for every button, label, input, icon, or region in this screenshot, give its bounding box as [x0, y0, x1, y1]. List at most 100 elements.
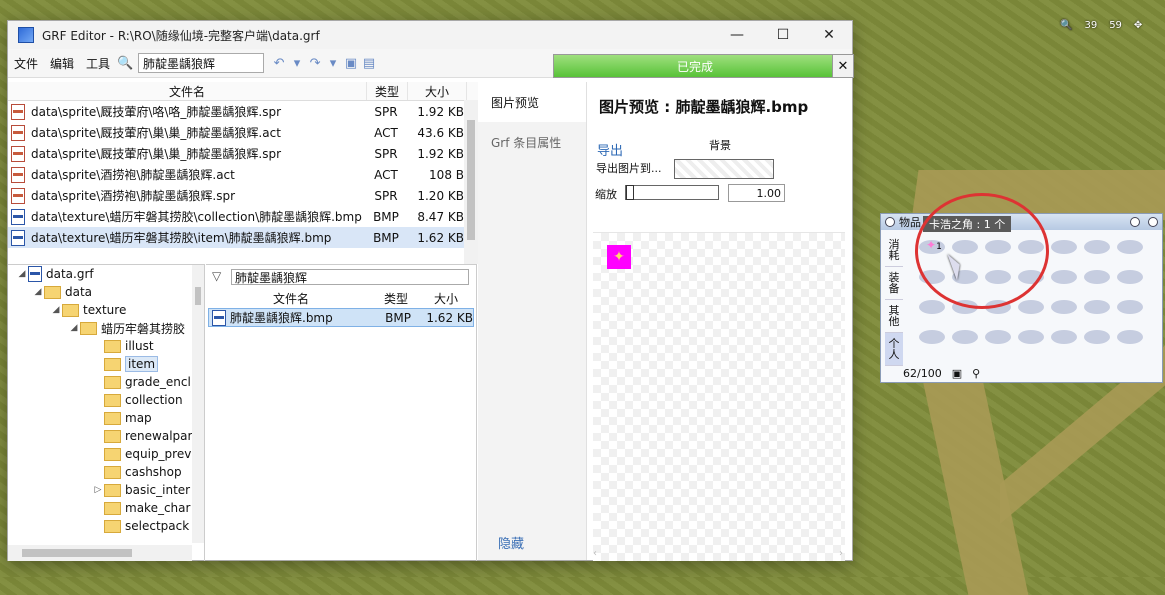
tree-node-texture[interactable]: ◢ texture [8, 301, 204, 319]
col-size[interactable]: 大小 [408, 82, 467, 100]
inventory-slot[interactable] [1051, 270, 1077, 284]
spr-file-icon [11, 145, 25, 162]
progress-close-icon[interactable]: ✕ [832, 54, 854, 78]
list-item-selected[interactable]: 肺靛墨龋狼辉.bmp BMP 1.62 KB [208, 308, 474, 327]
col-type[interactable]: 类型 [367, 82, 408, 100]
close-icon[interactable] [1148, 217, 1158, 227]
menu-edit[interactable]: 编辑 [44, 55, 80, 72]
inventory-slot[interactable] [1018, 300, 1044, 314]
add-file-icon[interactable]: ▤ [360, 54, 378, 72]
menu-tools[interactable]: 工具 [80, 55, 116, 72]
minimize-icon[interactable] [1130, 217, 1140, 227]
table-row[interactable]: data\sprite\厩技葷府\咯\咯_肺靛墨龋狼辉.spr SPR 1.92… [8, 101, 478, 122]
extract-icon[interactable]: ▣ [342, 54, 360, 72]
search-icon[interactable]: 🔍 [116, 54, 134, 72]
tree-node-basic[interactable]: ▷ basic_inter [8, 481, 204, 499]
grf-editor-window: GRF Editor - R:\RO\随缘仙境-完整客户端\data.grf —… [7, 20, 854, 561]
hud-value-a: 39 [1084, 20, 1098, 31]
tab-other[interactable]: 其他 [885, 300, 903, 333]
search-icon[interactable]: ⚲ [972, 367, 980, 380]
table-row[interactable]: data\sprite\酒捞袍\肺靛墨龋狼辉.spr SPR 1.20 KB [8, 185, 478, 206]
redo-icon[interactable]: ↷ [306, 54, 324, 72]
table-row[interactable]: data\sprite\酒捞袍\肺靛墨龋狼辉.act ACT 108 B [8, 164, 478, 185]
table-row[interactable]: data\texture\蜡历牢磐其捞胶\collection\肺靛墨龋狼辉.b… [8, 206, 478, 227]
tree-node-equip[interactable]: equip_prev [8, 445, 204, 463]
maximize-button[interactable]: ☐ [760, 21, 806, 49]
filter-input[interactable]: 肺靛墨龋狼辉 [231, 269, 469, 285]
tab-equipment[interactable]: 装备 [885, 267, 903, 300]
tab-image-preview[interactable]: 图片预览 [478, 82, 586, 122]
move-icon[interactable]: ✥ [1134, 20, 1142, 31]
col-name[interactable]: 文件名 [8, 82, 367, 100]
tree-scrollbar[interactable] [192, 265, 204, 543]
inventory-slot[interactable] [1084, 330, 1110, 344]
tree-node-cashshop[interactable]: cashshop [8, 463, 204, 481]
inventory-icon [885, 217, 895, 227]
undo-icon[interactable]: ↶ [270, 54, 288, 72]
tree-node-collection[interactable]: collection [8, 391, 204, 409]
inventory-slot[interactable] [1117, 300, 1143, 314]
list-scrollbar[interactable] [464, 100, 478, 264]
progress-bar: 已完成 [553, 54, 837, 78]
file-type: BMP [385, 310, 411, 325]
table-row-selected[interactable]: data\texture\蜡历牢磐其捞胶\item\肺靛墨龋狼辉.bmp BMP… [8, 227, 478, 248]
tree-node-map[interactable]: map [8, 409, 204, 427]
zoom-slider-handle[interactable] [626, 185, 634, 200]
highlight-ring [915, 193, 1049, 309]
hide-link[interactable]: 隐藏 [498, 533, 524, 552]
tab-grf-properties[interactable]: Grf 条目属性 [478, 122, 586, 162]
title-bar[interactable]: GRF Editor - R:\RO\随缘仙境-完整客户端\data.grf —… [8, 21, 852, 49]
file-size: 8.47 KB [417, 209, 464, 224]
file-type: BMP [373, 209, 399, 224]
inventory-slot[interactable] [1117, 240, 1143, 254]
tree-hscrollbar[interactable] [8, 545, 192, 561]
list-header: 文件名 类型 大小 [8, 82, 478, 101]
inventory-slot[interactable] [952, 330, 978, 344]
background-swatch[interactable] [674, 159, 774, 179]
magnifier-icon[interactable]: 🔍 [1060, 20, 1072, 31]
inventory-slot[interactable] [985, 330, 1011, 344]
tree-node-root[interactable]: ◢ data.grf [8, 265, 204, 283]
tree-node-ui[interactable]: ◢ 蜡历牢磐其捞胶 [8, 319, 204, 337]
redo-dropdown-icon[interactable]: ▾ [324, 54, 342, 72]
lock-icon[interactable]: ▣ [952, 367, 962, 380]
inventory-slot[interactable] [1018, 330, 1044, 344]
col-name[interactable]: 文件名 [206, 289, 376, 307]
tab-consumable[interactable]: 消耗 [885, 234, 903, 267]
search-input[interactable]: 肺靛墨龋狼辉 [138, 53, 265, 73]
zoom-slider[interactable] [625, 185, 719, 200]
table-row[interactable]: data\sprite\厩技葷府\巢\巢_肺靛墨龋狼辉.spr SPR 1.92… [8, 143, 478, 164]
inventory-slot[interactable] [1051, 240, 1077, 254]
tree-node-item[interactable]: item [8, 355, 204, 373]
canvas-scrollbar[interactable]: ‹ › [593, 548, 843, 560]
inventory-slot[interactable] [1084, 300, 1110, 314]
inventory-slot[interactable] [1117, 330, 1143, 344]
tree-node-makechar[interactable]: make_char [8, 499, 204, 517]
tree-node-illust[interactable]: illust [8, 337, 204, 355]
menu-file[interactable]: 文件 [8, 55, 44, 72]
tree-node-selectpack[interactable]: selectpack [8, 517, 204, 535]
inventory-slot[interactable] [1051, 330, 1077, 344]
inventory-slot[interactable] [919, 300, 945, 314]
tree-node-data[interactable]: ◢ data [8, 283, 204, 301]
inventory-slot[interactable] [1084, 270, 1110, 284]
export-link[interactable]: 导出 [597, 140, 623, 159]
file-type: BMP [373, 230, 399, 245]
inventory-slot[interactable] [1084, 240, 1110, 254]
bmp-file-icon [11, 208, 25, 225]
undo-dropdown-icon[interactable]: ▾ [288, 54, 306, 72]
inventory-slot[interactable] [1117, 270, 1143, 284]
tree-node-renewal[interactable]: renewalpar [8, 427, 204, 445]
close-button[interactable]: ✕ [806, 21, 852, 49]
col-size[interactable]: 大小 [416, 289, 476, 307]
tab-personal[interactable]: 个人 [885, 333, 903, 366]
minimize-button[interactable]: — [714, 21, 760, 49]
table-row[interactable]: data\sprite\厩技葷府\巢\巢_肺靛墨龋狼辉.act ACT 43.6… [8, 122, 478, 143]
inventory-slot[interactable] [919, 330, 945, 344]
file-path: data\sprite\厩技葷府\巢\巢_肺靛墨龋狼辉.act [31, 126, 281, 140]
inventory-slot[interactable] [1051, 300, 1077, 314]
zoom-input[interactable]: 1.00 [728, 184, 785, 202]
window-title: GRF Editor - R:\RO\随缘仙境-完整客户端\data.grf [42, 28, 320, 43]
col-type[interactable]: 类型 [376, 289, 416, 307]
tree-node-grade[interactable]: grade_encl [8, 373, 204, 391]
